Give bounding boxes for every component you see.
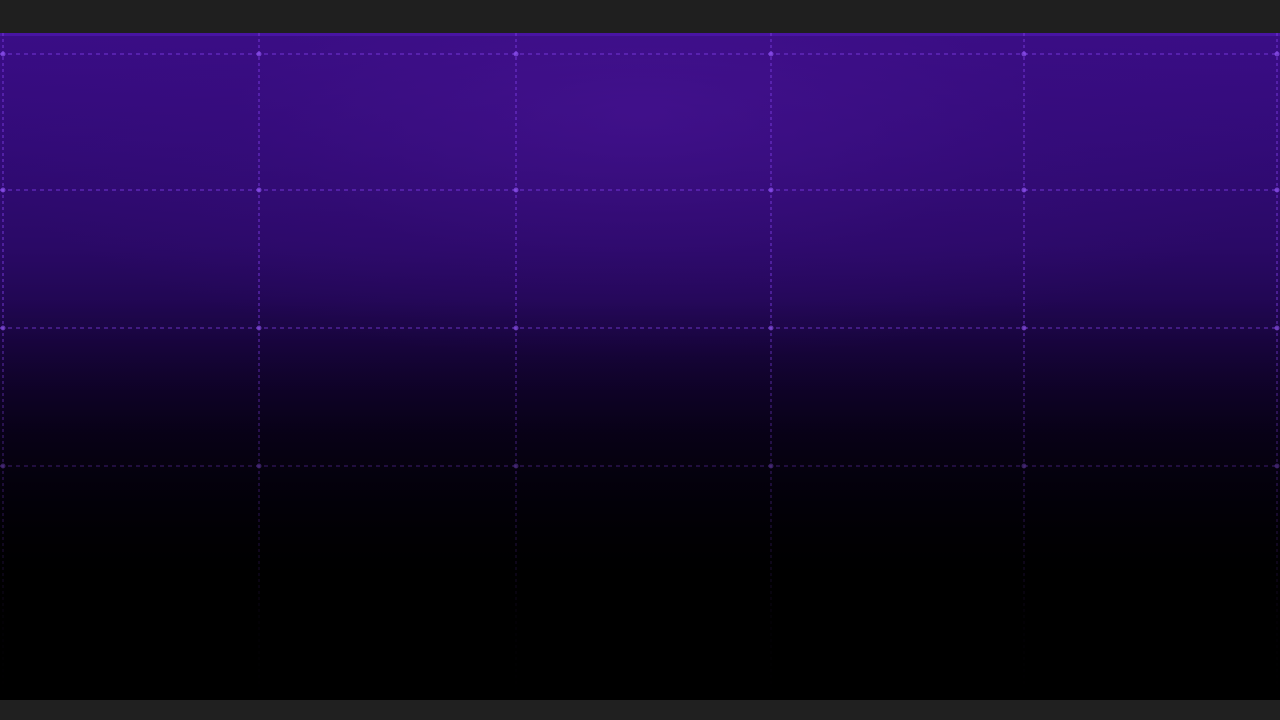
grid-node <box>513 325 519 331</box>
grid-node <box>1274 51 1280 57</box>
grid-node <box>1021 325 1027 331</box>
dotted-grid-overlay <box>0 33 1280 700</box>
grid-node <box>0 463 6 469</box>
grid-nodes <box>0 51 1280 469</box>
grid-node <box>1274 187 1280 193</box>
grid-node <box>768 325 774 331</box>
grid-node <box>0 187 6 193</box>
grid-node <box>0 51 6 57</box>
grid-node <box>256 463 262 469</box>
content-viewport <box>0 33 1280 700</box>
grid-node <box>256 51 262 57</box>
grid-node <box>1021 51 1027 57</box>
grid-node <box>256 325 262 331</box>
grid-node <box>768 51 774 57</box>
grid-node <box>1021 187 1027 193</box>
top-frame-bar <box>0 0 1280 33</box>
grid-node <box>0 325 6 331</box>
grid-node <box>513 463 519 469</box>
grid-node <box>513 187 519 193</box>
grid-node <box>1274 463 1280 469</box>
app-window <box>0 0 1280 720</box>
grid-lines <box>0 33 1280 700</box>
grid-node <box>256 187 262 193</box>
grid-node <box>513 51 519 57</box>
bottom-frame-bar <box>0 700 1280 720</box>
grid-node <box>768 463 774 469</box>
grid-node <box>1021 463 1027 469</box>
grid-node <box>768 187 774 193</box>
grid-node <box>1274 325 1280 331</box>
